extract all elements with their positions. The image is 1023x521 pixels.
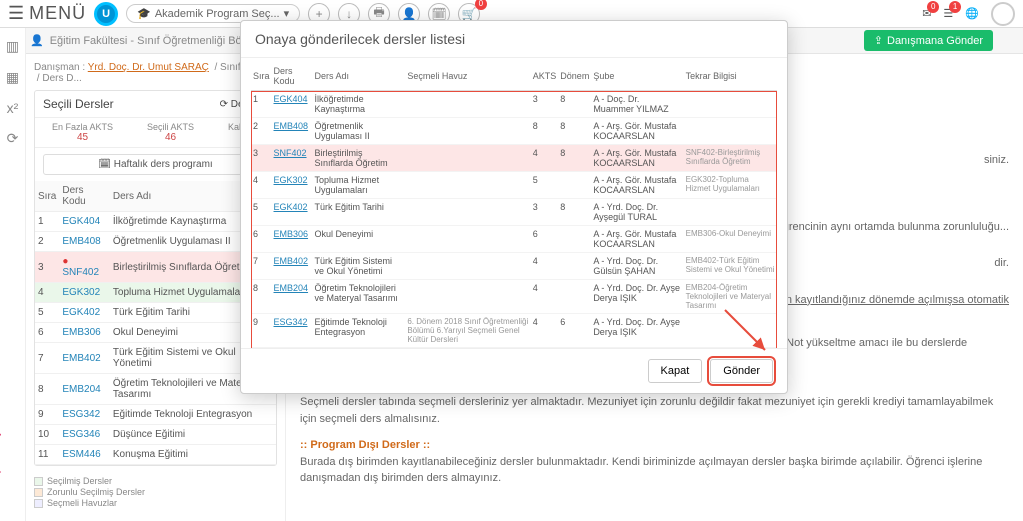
modal-submit-button[interactable]: Gönder xyxy=(710,359,773,383)
table-row: 7EMB402Türk Eğitim Sistemi ve Okul Yönet… xyxy=(251,253,777,280)
table-row: 6EMB306Okul Deneyimi6A - Arş. Gör. Musta… xyxy=(251,226,777,253)
table-row: 1EGK404İlköğretimde Kaynaştırma38A - Doç… xyxy=(251,91,777,118)
table-row: 8EMB204Öğretim Teknolojileri ve Materyal… xyxy=(251,280,777,314)
modal-courses-table: SıraDers Kodu Ders AdıSeçmeli Havuz AKTS… xyxy=(251,62,777,348)
table-row: 4EGK302Topluma Hizmet Uygulamaları5A - A… xyxy=(251,172,777,199)
modal-title: Onaya gönderilecek dersler listesi xyxy=(241,21,787,58)
modal-close-button[interactable]: Kapat xyxy=(648,359,703,383)
table-row: 3SNF402Birleştirilmiş Sınıflarda Öğretim… xyxy=(251,145,777,172)
confirm-courses-modal: Onaya gönderilecek dersler listesi SıraD… xyxy=(240,20,788,394)
table-row: 5EGK402Türk Eğitim Tarihi38A - Yrd. Doç.… xyxy=(251,199,777,226)
table-row: 2EMB408Öğretmenlik Uygulaması II88A - Ar… xyxy=(251,118,777,145)
table-row: 9ESG342Eğitimde Teknoloji Entegrasyon6. … xyxy=(251,314,777,348)
